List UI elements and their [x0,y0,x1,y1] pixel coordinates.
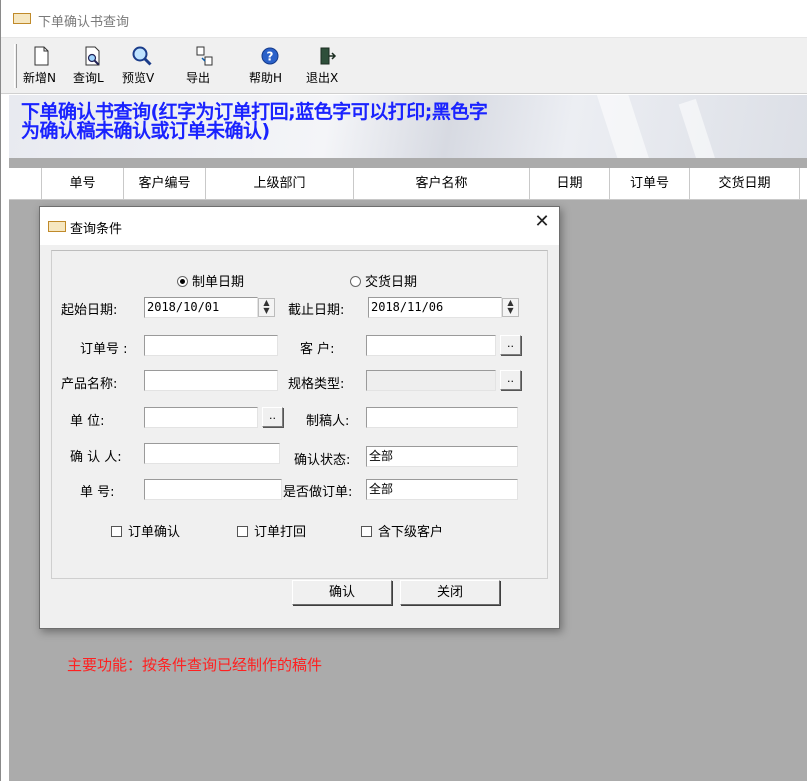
column-header-customer-name[interactable]: 客户名称 [354,168,530,200]
end-date-spinner[interactable]: ▲ ▼ [502,298,519,317]
query-button-label: 查询L [73,71,104,85]
column-header-delivery-date[interactable]: 交货日期 [690,168,800,200]
confirm-button[interactable]: 确认 [292,580,392,605]
customer-label: 客 户: [300,342,335,357]
exit-button-label: 退出X [306,71,339,85]
unit-browse-button[interactable]: .. [262,407,283,427]
checkbox-sub-customers[interactable]: 含下级客户 [361,521,443,540]
start-date-field[interactable]: 2018/10/01 [144,297,258,318]
confirm-status-label: 确认状态: [294,453,351,468]
new-document-icon [34,46,49,66]
toolbar: 新增N 查询L 预览V 导出 ? 帮助H 退出X [1,38,807,94]
help-button-label: 帮助H [249,71,283,85]
radio-unselected-icon [350,276,361,287]
column-header-parent-dept[interactable]: 上级部门 [206,168,354,200]
draft-maker-input[interactable] [366,407,518,428]
checkbox-order-confirm-label: 订单确认 [128,525,181,540]
banner-instructions: 下单确认书查询(红字为订单打回;蓝色字可以打印;黑色字 为确认稿未确认或订单未确… [21,103,581,141]
checkbox-sub-customers-label: 含下级客户 [378,525,444,540]
radio-delivery-date[interactable]: 交货日期 [350,271,417,290]
draft-maker-label: 制稿人: [306,414,350,429]
query-button[interactable]: 查询L [73,42,113,90]
toolbar-grip[interactable] [14,44,17,88]
radio-delivery-date-label: 交货日期 [365,275,418,290]
unit-input[interactable] [144,407,258,428]
column-header-customer-code[interactable]: 客户编号 [124,168,206,200]
radio-make-date-label: 制单日期 [192,275,245,290]
page-banner: 下单确认书查询(红字为订单打回;蓝色字可以打印;黑色字 为确认稿未确认或订单未确… [9,95,807,158]
checkbox-order-return-label: 订单打回 [254,525,307,540]
close-button[interactable]: 关闭 [400,580,500,605]
is-order-select[interactable]: 全部 [366,479,518,500]
spec-type-label: 规格类型: [288,377,345,392]
confirmer-input[interactable] [144,443,280,464]
banner-decoration [595,95,653,158]
banner-text-line2: 为确认稿未确认或订单未确认) [21,120,270,142]
new-button[interactable]: 新增N [23,42,59,90]
checkbox-empty-icon [361,526,372,537]
app-logo-icon [13,13,31,24]
order-no-input[interactable] [144,335,278,356]
svg-text:?: ? [267,50,274,64]
order-no-label: 订单号 : [80,342,128,357]
exit-button[interactable]: 退出X [306,42,346,90]
column-header-order-number[interactable]: 订单号 [610,168,690,200]
query-document-icon [85,46,100,66]
start-date-spinner[interactable]: ▲ ▼ [258,298,275,317]
help-button[interactable]: ? 帮助H [249,42,291,90]
radio-make-date[interactable]: 制单日期 [177,271,244,290]
confirm-status-select[interactable]: 全部 [366,446,518,467]
is-order-label: 是否做订单: [283,485,353,500]
title-bar: 下单确认书查询 [1,0,807,38]
checkbox-order-confirm[interactable]: 订单确认 [111,521,180,540]
checkbox-empty-icon [111,526,122,537]
preview-button[interactable]: 预览V [122,42,162,90]
grid-indicator-column [9,168,42,200]
spec-type-browse-button[interactable]: .. [500,370,521,390]
close-icon[interactable]: ✕ [525,207,559,237]
product-name-label: 产品名称: [61,377,118,392]
query-conditions-dialog: 查询条件 ✕ 制单日期 交货日期 起始日期: 2018/10/01 ▲ ▼ 截止日… [39,206,560,629]
column-header-date[interactable]: 日期 [530,168,610,200]
start-date-label: 起始日期: [61,303,118,318]
app-window: 下单确认书查询 新增N 查询L 预览V 导出 ? 帮助H 退出X 下单确认书查询… [0,0,807,781]
unit-label: 单 位: [70,414,105,429]
dialog-title-bar[interactable]: 查询条件 ✕ [40,207,559,245]
customer-input[interactable] [366,335,496,356]
customer-browse-button[interactable]: .. [500,335,521,355]
end-date-label: 截止日期: [288,303,345,318]
new-button-label: 新增N [23,71,56,85]
window-title: 下单确认书查询 [38,15,130,30]
magnifier-preview-icon [132,46,152,66]
doc-no-input[interactable] [144,479,282,500]
export-button-label: 导出 [186,71,211,85]
spec-type-input[interactable] [366,370,496,391]
main-function-note: 主要功能：按条件查询已经制作的稿件 [67,656,323,674]
confirmer-label: 确 认 人: [70,450,122,465]
checkbox-order-return[interactable]: 订单打回 [237,521,306,540]
column-header-order-no[interactable]: 单号 [42,168,124,200]
exit-door-icon [320,47,337,65]
help-icon: ? [261,47,279,65]
dialog-title: 查询条件 [70,222,123,237]
radio-selected-icon [177,276,188,287]
app-logo-icon [48,221,66,232]
end-date-field[interactable]: 2018/11/06 [368,297,502,318]
doc-no-label: 单 号: [80,485,115,500]
product-name-input[interactable] [144,370,278,391]
checkbox-empty-icon [237,526,248,537]
export-button[interactable]: 导出 [186,42,222,90]
grid-header: 单号 客户编号 上级部门 客户名称 日期 订单号 交货日期 [9,168,807,200]
preview-button-label: 预览V [122,71,155,85]
export-icon [196,46,213,66]
banner-decoration [678,98,718,158]
